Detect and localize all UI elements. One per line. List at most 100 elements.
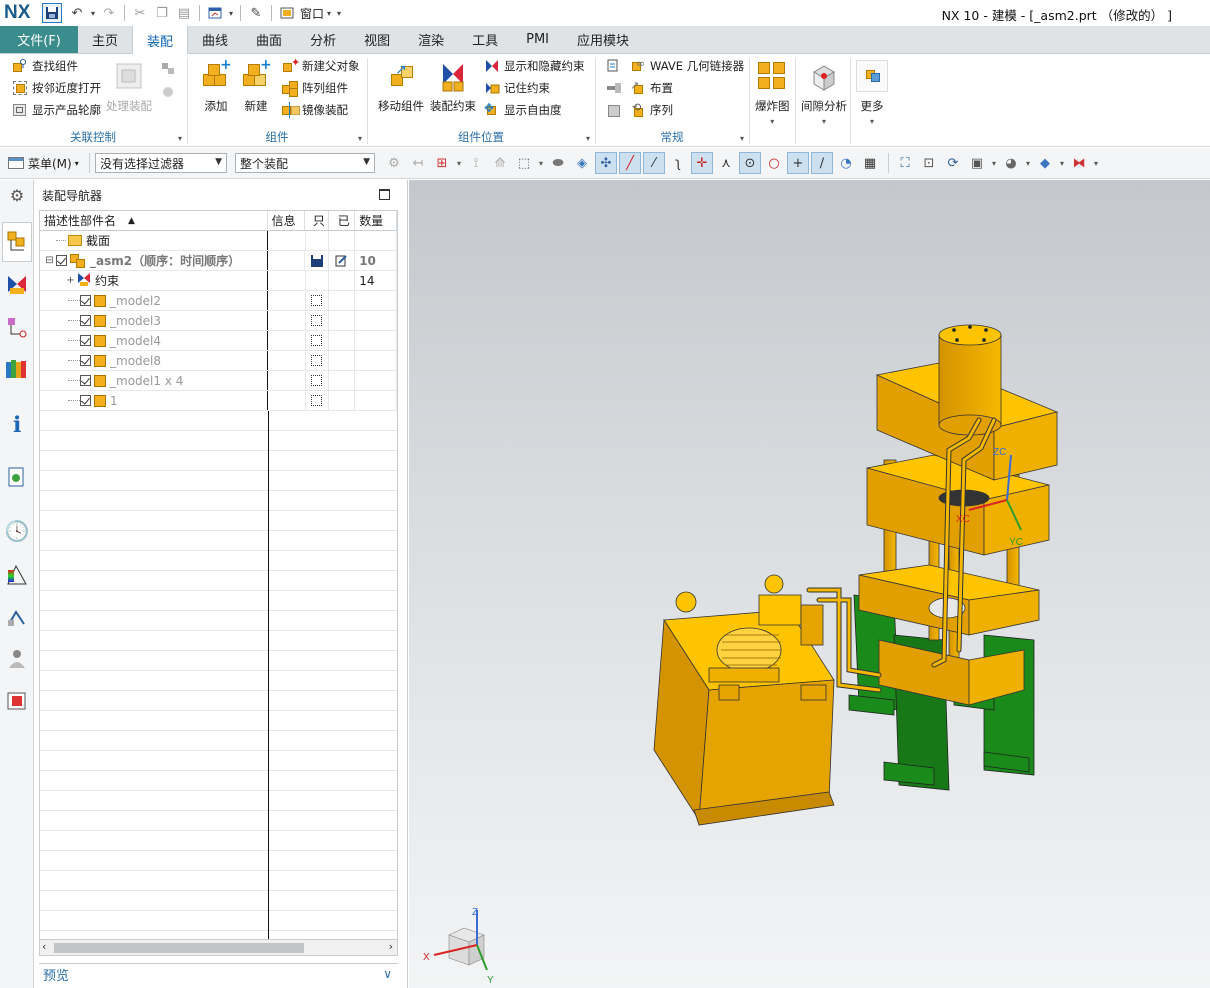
scroll-right-icon[interactable]: ›: [389, 940, 393, 953]
new-parent-button[interactable]: ✦ 新建父对象: [282, 56, 360, 76]
product-interface-button[interactable]: [606, 100, 626, 120]
rotate-icon[interactable]: ⟳: [942, 152, 964, 174]
expand-icon[interactable]: +: [66, 275, 75, 286]
remember-constraints-button[interactable]: 记住约束: [484, 78, 550, 98]
column-header-readonly[interactable]: 只: [305, 211, 330, 230]
save-icon[interactable]: [42, 3, 62, 23]
info-icon[interactable]: ℹ: [4, 412, 30, 438]
reuse-library-icon[interactable]: [4, 356, 30, 382]
tree-row-part[interactable]: _model8: [40, 351, 397, 371]
select-all-icon[interactable]: ↤: [407, 152, 429, 174]
tab-curve[interactable]: 曲线: [188, 26, 242, 53]
edit-section-icon[interactable]: ⧓: [1068, 152, 1090, 174]
dropdown-icon[interactable]: ▾: [1058, 152, 1066, 174]
group-options-icon[interactable]: ▾: [178, 134, 182, 143]
tab-file[interactable]: 文件(F): [0, 26, 78, 53]
scroll-left-icon[interactable]: ‹: [42, 940, 46, 953]
preview-section[interactable]: 预览 ∨: [39, 963, 398, 985]
visibility-checkbox[interactable]: [80, 295, 91, 306]
palette-icon[interactable]: [4, 688, 30, 714]
visibility-checkbox[interactable]: [80, 335, 91, 346]
reference-set-icon[interactable]: [160, 82, 180, 102]
system-materials-icon[interactable]: [4, 562, 30, 588]
point-on-curve-icon[interactable]: ∕: [811, 152, 833, 174]
tree-row-part[interactable]: _model4: [40, 331, 397, 351]
assembly-navigator-tab-icon[interactable]: [2, 222, 32, 262]
tree-row-section[interactable]: 截面: [40, 231, 397, 251]
scroll-thumb[interactable]: [54, 943, 304, 953]
fit-view-icon[interactable]: ⛶: [894, 152, 916, 174]
exploded-view-button[interactable]: 爆炸图 ▾: [755, 60, 790, 126]
intersection-point-icon[interactable]: ✛: [691, 152, 713, 174]
mid-point-icon[interactable]: ⁄: [643, 152, 665, 174]
wave-linker-button[interactable]: ∞ WAVE 几何链接器: [630, 56, 744, 76]
general-selection-icon[interactable]: ⊞: [431, 152, 453, 174]
window-icon[interactable]: [276, 3, 298, 23]
arrangement-button[interactable]: ↗ 布置: [630, 78, 673, 98]
existing-point-icon[interactable]: +: [787, 152, 809, 174]
dropdown-icon[interactable]: ▾: [537, 152, 545, 174]
tree-row-part[interactable]: _model1 x 4: [40, 371, 397, 391]
new-component-button[interactable]: + 新建: [240, 58, 272, 114]
type-filter-select[interactable]: 没有选择过滤器 ▼: [95, 153, 227, 173]
dropdown-caret-icon[interactable]: ▾: [870, 117, 874, 126]
tree-row-part[interactable]: 1: [40, 391, 397, 411]
tab-pmi[interactable]: PMI: [512, 26, 563, 53]
show-dof-button[interactable]: ✥ 显示自由度: [484, 100, 562, 120]
settings-icon[interactable]: ⚙: [4, 182, 30, 208]
collapse-icon[interactable]: ⊟: [45, 255, 54, 266]
control-point-icon[interactable]: ʅ: [667, 152, 689, 174]
tab-render[interactable]: 渲染: [404, 26, 458, 53]
add-component-button[interactable]: + 添加: [200, 58, 232, 114]
dropdown-caret-icon[interactable]: ▾: [770, 117, 774, 126]
tab-tools[interactable]: 工具: [458, 26, 512, 53]
view-layout-icon[interactable]: [204, 3, 226, 23]
quadrant-point-icon[interactable]: ○: [763, 152, 785, 174]
solid-select-icon[interactable]: ◈: [571, 152, 593, 174]
tab-applications[interactable]: 应用模块: [563, 26, 643, 53]
zoom-icon[interactable]: ⊡: [918, 152, 940, 174]
tab-home[interactable]: 主页: [78, 26, 132, 53]
point-on-surface-icon[interactable]: ◔: [835, 152, 857, 174]
select-body-icon[interactable]: ⟰: [489, 152, 511, 174]
window-menu-label[interactable]: 窗口: [300, 5, 324, 22]
mirror-assembly-button[interactable]: 镜像装配: [282, 100, 348, 120]
open-by-proximity-button[interactable]: 按邻近度打开: [12, 78, 101, 98]
interpart-link-button[interactable]: [606, 78, 626, 98]
tree-row-part[interactable]: _model3: [40, 311, 397, 331]
window-dropdown-icon[interactable]: ▾: [324, 9, 334, 18]
roles-icon[interactable]: [4, 646, 30, 672]
process-assembly-button[interactable]: 处理装配: [106, 60, 152, 114]
group-options-icon[interactable]: ▾: [586, 134, 590, 143]
horizontal-scrollbar[interactable]: ‹ ›: [39, 940, 398, 956]
rectangle-select-icon[interactable]: ⬚: [513, 152, 535, 174]
move-component-button[interactable]: ↗ 移动组件: [378, 60, 424, 114]
tab-analysis[interactable]: 分析: [296, 26, 350, 53]
view-dropdown-icon[interactable]: ▾: [226, 9, 236, 18]
circle-center-icon[interactable]: ⊙: [739, 152, 761, 174]
end-point-icon[interactable]: ╱: [619, 152, 641, 174]
dropdown-caret-icon[interactable]: ▾: [822, 117, 826, 126]
dropdown-icon[interactable]: ▾: [1092, 152, 1100, 174]
customize-qat-icon[interactable]: ▾: [334, 9, 344, 18]
assembly-load-icon[interactable]: [160, 58, 180, 78]
sequence-button[interactable]: ⟲ 序列: [630, 100, 673, 120]
group-options-icon[interactable]: ▾: [740, 134, 744, 143]
snap-point-icon[interactable]: ✣: [595, 152, 617, 174]
tree-row-constraints[interactable]: + 约束 14: [40, 271, 397, 291]
undo-icon[interactable]: ↶: [66, 3, 88, 23]
visibility-checkbox[interactable]: [80, 375, 91, 386]
tab-surface[interactable]: 曲面: [242, 26, 296, 53]
maximize-icon[interactable]: [379, 189, 390, 200]
filter-icon[interactable]: ⚙: [383, 152, 405, 174]
tab-view[interactable]: 视图: [350, 26, 404, 53]
menu-button[interactable]: 菜单(M) ▾: [0, 155, 84, 172]
column-header-modified[interactable]: 已: [329, 211, 356, 230]
find-component-button[interactable]: ⚲ 查找组件: [12, 56, 78, 76]
more-button[interactable]: 更多 ▾: [856, 60, 888, 126]
column-header-info[interactable]: 信息: [268, 211, 306, 230]
visibility-checkbox[interactable]: [80, 315, 91, 326]
part-navigator-icon[interactable]: [4, 314, 30, 340]
tab-assemblies[interactable]: 装配: [132, 26, 189, 55]
tree-row-asm2[interactable]: ⊟ _asm2（顺序：时间顺序） 10: [40, 251, 397, 271]
